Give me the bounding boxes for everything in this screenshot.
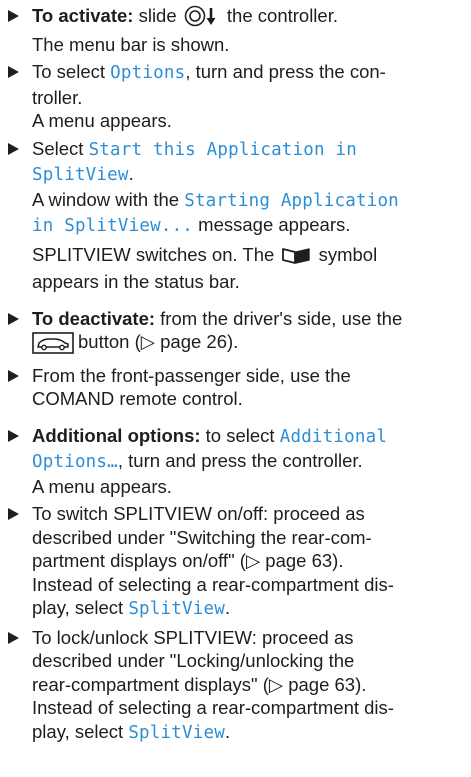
menu-item-options: Options [110,63,186,83]
message-starting-application: Starting Application [184,190,399,211]
step-heading: To deactivate: [32,307,156,329]
controller-slide-down-icon [184,5,220,33]
menu-item-additional: Additional [279,426,388,447]
menu-item-options-ellipsis: Options… [32,452,118,472]
menu-item-splitview: SplitView [32,165,129,185]
bullet-triangle-icon [8,508,19,520]
bullet-triangle-icon [8,429,19,442]
step-activate: To activate: slide the controller. The m… [8,4,463,56]
step-deactivate: To deactivate: from the driver's side, u… [8,307,463,360]
step-select-start-splitview: Select Start this Application in SplitVi… [8,137,463,294]
step-heading: Additional options: [32,424,201,446]
step-heading: To activate: [32,5,134,26]
instruction-page: To activate: slide the controller. The m… [0,0,471,777]
step-front-passenger: From the front-passenger side, use the C… [8,364,463,411]
bullet-triangle-icon [8,312,19,325]
menu-item-splitview: SplitView [128,722,225,743]
bullet-triangle-icon [8,142,19,155]
step-result: A menu appears. [32,475,172,497]
menu-item-start-application: Start this Application in [88,139,357,160]
menu-item-splitview: SplitView [128,599,225,619]
bullet-triangle-icon [8,369,19,382]
step-lock-splitview: To lock/unlock SPLITVIEW: proceed as des… [8,626,463,746]
step-result: A menu appears. [32,110,172,131]
step-additional-options: Additional options: to select Additional… [8,424,463,499]
step-result: The menu bar is shown. [32,33,230,55]
bullet-triangle-icon [8,10,19,22]
step-switch-splitview: To switch SPLITVIEW on/off: proceed as d… [8,502,463,622]
vehicle-button-icon [32,332,74,360]
step-select-options: To select Options, turn and press the co… [8,60,463,133]
message-in-splitview: in SplitView... [32,216,194,236]
bullet-triangle-icon [8,66,19,78]
page-reference: ▷ page 26 [140,331,227,352]
bullet-triangle-icon [8,631,19,644]
status-bar-splitview-icon [281,247,311,271]
